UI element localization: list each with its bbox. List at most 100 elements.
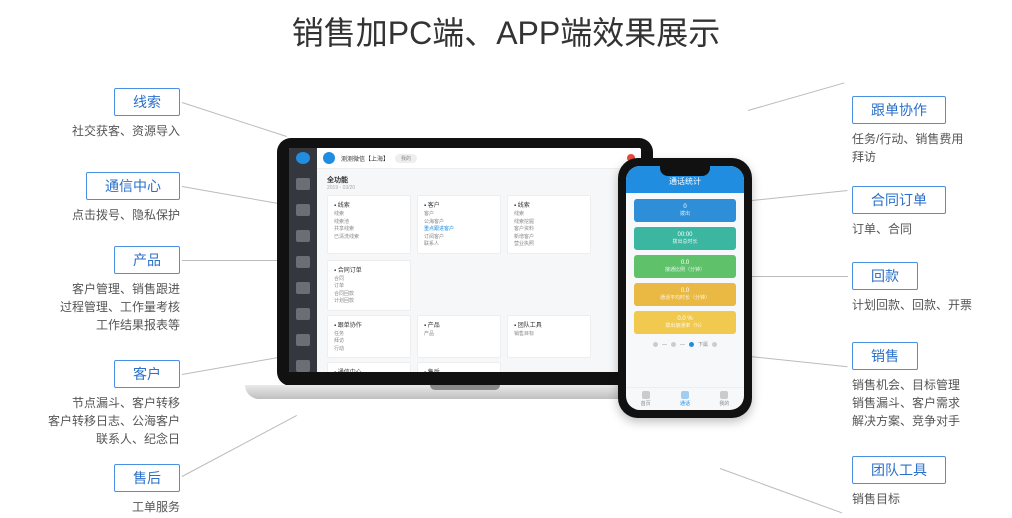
card-item[interactable]: 线索挖掘 (514, 219, 584, 227)
card-item[interactable]: 重点跟进客户 (424, 226, 494, 234)
phone-screen: 通话统计 0拨出00:00拨出总时长0.0接通比例（分钟）0.0通话平均时长（分… (626, 166, 744, 410)
nav-icon[interactable] (296, 204, 310, 216)
card-item[interactable]: 新增客户 (514, 234, 584, 242)
stat-card[interactable]: 0.0通话平均时长（分钟） (634, 283, 736, 306)
card-item[interactable]: 计划回款 (334, 298, 404, 306)
app-side-rail (289, 148, 317, 372)
phone-body: 0拨出 00:00拨出总时长 0.0接通比例（分钟） 0.0通话平均时长（分钟） 0.0… (626, 193, 744, 387)
feature-desc: 订单、合同 (852, 220, 1012, 238)
card-item[interactable]: 客户 (424, 211, 494, 219)
card-head: ▪ 通信中心 (334, 367, 404, 372)
card-item[interactable]: 营业执照 (514, 241, 584, 249)
nav-icon[interactable] (296, 256, 310, 268)
stat-label: 接通比例（分钟） (634, 266, 736, 273)
tab-我的[interactable]: 我的 (705, 388, 744, 410)
tab-icon (642, 391, 650, 399)
card-head: ▪ 线索 (334, 200, 404, 209)
module-card[interactable]: ▪ 产品产品 (417, 315, 501, 359)
module-card[interactable]: ▪ 团队工具销售目标 (507, 315, 591, 359)
leader-line (752, 276, 848, 277)
tab-label: 我的 (719, 400, 729, 407)
module-card[interactable]: ▪ 客户客户公海客户重点跟进客户订阅客户联系人 (417, 195, 501, 254)
feature-payment: 回款 计划回款、回款、开票 (852, 262, 1012, 314)
feature-desc: 点击拨号、隐私保护 (0, 206, 180, 224)
module-card[interactable]: ▪ 线索线索线索池共享线索已清洗线索 (327, 195, 411, 254)
card-item[interactable]: 联系人 (424, 241, 494, 249)
leader-line (748, 82, 844, 111)
card-row: ▪ 通信中心通话中心 ▪ 售后工单服务 (327, 362, 631, 372)
feature-lead: 线索 社交获客、资源导入 (0, 88, 180, 140)
stat-label: 拨出总时长 (634, 238, 736, 245)
stat-card[interactable]: 0.0 %拨出接通率（%） (634, 311, 736, 334)
avatar-icon[interactable] (323, 152, 335, 164)
breadcrumb: 测测微信【上海】 (341, 154, 389, 163)
card-item[interactable]: 销售目标 (514, 331, 584, 339)
card-item[interactable]: 已清洗线索 (334, 234, 404, 242)
feature-team: 团队工具 销售目标 (852, 456, 1012, 508)
stat-card[interactable]: 0拨出 (634, 199, 736, 222)
card-item[interactable]: 行动 (334, 346, 404, 354)
card-item[interactable]: 线索 (514, 211, 584, 219)
app-logo-icon[interactable] (296, 152, 310, 164)
feature-tag: 销售 (852, 342, 918, 370)
feature-desc: 客户管理、销售跟进 过程管理、工作量考核 工作结果报表等 (0, 280, 180, 334)
card-head: ▪ 客户 (424, 200, 494, 209)
card-item[interactable]: 合同 (334, 276, 404, 284)
tab-通话[interactable]: 通话 (665, 388, 704, 410)
trash-icon[interactable] (296, 360, 310, 372)
tab-icon (681, 391, 689, 399)
feature-aftersale: 售后 工单服务 (0, 464, 180, 516)
card-item[interactable]: 订阅客户 (424, 234, 494, 242)
card-item[interactable]: 任务 (334, 331, 404, 339)
stat-card[interactable]: 0.0接通比例（分钟） (634, 255, 736, 278)
card-item[interactable]: 拜访 (334, 338, 404, 346)
scope-chip[interactable]: 我的 (395, 154, 417, 163)
card-item[interactable]: 客户资料 (514, 226, 584, 234)
module-card[interactable]: ▪ 线索线索线索挖掘客户资料新增客户营业执照 (507, 195, 591, 254)
tab-首页[interactable]: 首页 (626, 388, 665, 410)
feature-desc: 计划回款、回款、开票 (852, 296, 1012, 314)
feature-desc: 销售机会、目标管理 销售漏斗、客户需求 解决方案、竞争对手 (852, 376, 1012, 430)
nav-icon[interactable] (296, 282, 310, 294)
card-item[interactable]: 公海客户 (424, 219, 494, 227)
feature-desc: 社交获客、资源导入 (0, 122, 180, 140)
module-card[interactable]: ▪ 售后工单服务 (417, 362, 501, 372)
phone-mockup: 通话统计 0拨出00:00拨出总时长0.0接通比例（分钟）0.0通话平均时长（分… (618, 158, 752, 418)
card-row: ▪ 线索线索线索池共享线索已清洗线索▪ 客户客户公海客户重点跟进客户订阅客户联系… (327, 195, 631, 311)
feature-tag: 售后 (114, 464, 180, 492)
page-title: 销售加PC端、APP端效果展示 (0, 8, 1012, 54)
feature-tag: 回款 (852, 262, 918, 290)
module-card[interactable]: ▪ 通信中心通话中心 (327, 362, 411, 372)
card-item[interactable]: 订单 (334, 283, 404, 291)
leader-line (750, 356, 848, 367)
nav-icon[interactable] (296, 334, 310, 346)
module-card[interactable]: ▪ 合同订单合同订单合同回款计划回款 (327, 260, 411, 311)
feature-desc: 销售目标 (852, 490, 1012, 508)
card-row: ▪ 跟单协作任务拜访行动▪ 产品产品▪ 团队工具销售目标 (327, 315, 631, 359)
feature-desc: 工单服务 (0, 498, 180, 516)
card-head: ▪ 合同订单 (334, 265, 404, 274)
leader-line (182, 102, 287, 137)
leader-line (182, 415, 297, 477)
card-item[interactable]: 合同回款 (334, 291, 404, 299)
module-card[interactable]: ▪ 跟单协作任务拜访行动 (327, 315, 411, 359)
stat-card[interactable]: 00:00拨出总时长 (634, 227, 736, 250)
nav-icon[interactable] (296, 178, 310, 190)
feature-sales: 销售 销售机会、目标管理 销售漏斗、客户需求 解决方案、竞争对手 (852, 342, 1012, 430)
nav-icon[interactable] (296, 230, 310, 242)
gear-icon[interactable] (296, 308, 310, 320)
card-head: ▪ 售后 (424, 367, 494, 372)
feature-customer: 客户 节点漏斗、客户转移 客户转移日志、公海客户 联系人、纪念日 (0, 360, 180, 448)
leader-line (720, 468, 843, 513)
leader-line (752, 190, 848, 201)
section-subtitle: 2019 - 03/20 (327, 185, 631, 191)
leader-line (182, 260, 277, 261)
card-head: ▪ 跟单协作 (334, 320, 404, 329)
card-item[interactable]: 产品 (424, 331, 494, 339)
card-item[interactable]: 线索池 (334, 219, 404, 227)
section-title: 全功能 (327, 175, 631, 185)
card-item[interactable]: 线索 (334, 211, 404, 219)
laptop-screen: 测测微信【上海】 我的 全功能 2019 - 03/20 ▪ 线索线索线索池共享… (289, 148, 641, 372)
card-item[interactable]: 共享线索 (334, 226, 404, 234)
feature-product: 产品 客户管理、销售跟进 过程管理、工作量考核 工作结果报表等 (0, 246, 180, 334)
